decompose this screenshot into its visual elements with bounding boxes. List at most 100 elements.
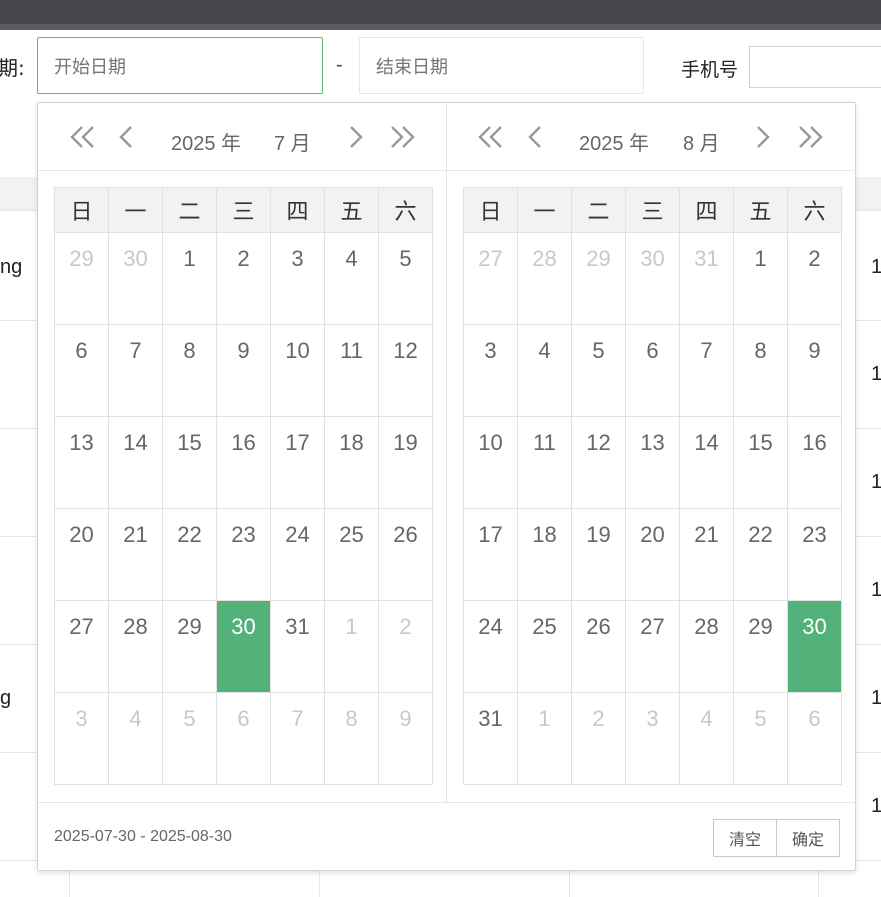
- day-cell[interactable]: 18: [324, 416, 379, 509]
- day-cell[interactable]: 22: [733, 508, 788, 601]
- day-cell[interactable]: 28: [108, 600, 163, 693]
- day-cell[interactable]: 21: [108, 508, 163, 601]
- day-cell[interactable]: 12: [571, 416, 626, 509]
- day-cell-other-month[interactable]: 27: [463, 232, 518, 325]
- day-cell[interactable]: 11: [324, 324, 379, 417]
- day-cell[interactable]: 25: [324, 508, 379, 601]
- day-cell[interactable]: 9: [216, 324, 271, 417]
- day-cell[interactable]: 8: [162, 324, 217, 417]
- day-cell[interactable]: 5: [378, 232, 433, 325]
- clear-button[interactable]: 清空: [712, 819, 777, 857]
- day-cell-other-month[interactable]: 1: [517, 692, 572, 785]
- day-cell[interactable]: 10: [463, 416, 518, 509]
- prev-month-icon[interactable]: [116, 121, 136, 153]
- day-cell[interactable]: 20: [54, 508, 109, 601]
- day-cell[interactable]: 6: [625, 324, 680, 417]
- year-selector[interactable]: 2025 年: [171, 127, 241, 156]
- day-cell[interactable]: 6: [54, 324, 109, 417]
- prev-month-icon[interactable]: [525, 121, 545, 153]
- day-cell-other-month[interactable]: 30: [625, 232, 680, 325]
- day-cell[interactable]: 27: [625, 600, 680, 693]
- day-cell-other-month[interactable]: 8: [324, 692, 379, 785]
- day-cell[interactable]: 10: [270, 324, 325, 417]
- day-cell[interactable]: 17: [463, 508, 518, 601]
- day-cell[interactable]: 1: [733, 232, 788, 325]
- day-cell[interactable]: 2: [216, 232, 271, 325]
- day-cell[interactable]: 7: [679, 324, 734, 417]
- start-date-input[interactable]: 开始日期: [37, 37, 323, 94]
- day-cell[interactable]: 26: [378, 508, 433, 601]
- day-cell[interactable]: 26: [571, 600, 626, 693]
- day-cell-other-month[interactable]: 6: [787, 692, 842, 785]
- day-cell[interactable]: 14: [679, 416, 734, 509]
- day-cell[interactable]: 19: [378, 416, 433, 509]
- day-cell[interactable]: 16: [787, 416, 842, 509]
- confirm-button[interactable]: 确定: [776, 819, 840, 857]
- day-cell[interactable]: 23: [787, 508, 842, 601]
- day-cell[interactable]: 17: [270, 416, 325, 509]
- next-month-icon[interactable]: [346, 121, 366, 153]
- day-cell[interactable]: 27: [54, 600, 109, 693]
- day-cell[interactable]: 7: [108, 324, 163, 417]
- day-cell-other-month[interactable]: 9: [378, 692, 433, 785]
- prev-year-icon[interactable]: [68, 121, 98, 153]
- day-cell[interactable]: 15: [162, 416, 217, 509]
- day-cell-other-month[interactable]: 2: [378, 600, 433, 693]
- day-cell-other-month[interactable]: 5: [733, 692, 788, 785]
- day-cell-other-month[interactable]: 30: [108, 232, 163, 325]
- day-cell-other-month[interactable]: 7: [270, 692, 325, 785]
- day-cell[interactable]: 4: [517, 324, 572, 417]
- day-cell[interactable]: 9: [787, 324, 842, 417]
- day-cell-other-month[interactable]: 29: [571, 232, 626, 325]
- day-cell[interactable]: 11: [517, 416, 572, 509]
- month-selector[interactable]: 8 月: [683, 127, 720, 156]
- day-cell-other-month[interactable]: 3: [54, 692, 109, 785]
- day-cell[interactable]: 25: [517, 600, 572, 693]
- day-cell[interactable]: 20: [625, 508, 680, 601]
- day-cell[interactable]: 24: [270, 508, 325, 601]
- day-cell-other-month[interactable]: 3: [625, 692, 680, 785]
- day-cell[interactable]: 18: [517, 508, 572, 601]
- day-cell-other-month[interactable]: 4: [108, 692, 163, 785]
- day-cell-other-month[interactable]: 4: [679, 692, 734, 785]
- day-cell-other-month[interactable]: 2: [571, 692, 626, 785]
- day-cell[interactable]: 29: [162, 600, 217, 693]
- phone-input[interactable]: [749, 46, 881, 88]
- day-cell-other-month[interactable]: 5: [162, 692, 217, 785]
- day-cell[interactable]: 31: [270, 600, 325, 693]
- prev-year-icon[interactable]: [476, 121, 506, 153]
- end-date-input[interactable]: 结束日期: [359, 37, 644, 94]
- day-cell[interactable]: 5: [571, 324, 626, 417]
- day-cell[interactable]: 1: [162, 232, 217, 325]
- day-cell[interactable]: 4: [324, 232, 379, 325]
- day-cell[interactable]: 8: [733, 324, 788, 417]
- day-cell[interactable]: 15: [733, 416, 788, 509]
- day-cell[interactable]: 12: [378, 324, 433, 417]
- day-cell-other-month[interactable]: 6: [216, 692, 271, 785]
- day-cell-selected[interactable]: 30: [787, 600, 842, 693]
- day-cell[interactable]: 2: [787, 232, 842, 325]
- day-cell[interactable]: 19: [571, 508, 626, 601]
- day-cell-other-month[interactable]: 28: [517, 232, 572, 325]
- day-cell[interactable]: 13: [54, 416, 109, 509]
- day-cell[interactable]: 23: [216, 508, 271, 601]
- day-cell-selected[interactable]: 30: [216, 600, 271, 693]
- day-cell[interactable]: 31: [463, 692, 518, 785]
- day-cell-other-month[interactable]: 31: [679, 232, 734, 325]
- day-cell[interactable]: 14: [108, 416, 163, 509]
- day-cell-other-month[interactable]: 29: [54, 232, 109, 325]
- day-cell-other-month[interactable]: 1: [324, 600, 379, 693]
- month-selector[interactable]: 7 月: [274, 127, 311, 156]
- next-year-icon[interactable]: [795, 121, 825, 153]
- day-cell[interactable]: 29: [733, 600, 788, 693]
- day-cell[interactable]: 3: [463, 324, 518, 417]
- year-selector[interactable]: 2025 年: [579, 127, 649, 156]
- day-cell[interactable]: 3: [270, 232, 325, 325]
- next-year-icon[interactable]: [387, 121, 417, 153]
- day-cell[interactable]: 13: [625, 416, 680, 509]
- day-cell[interactable]: 16: [216, 416, 271, 509]
- day-cell[interactable]: 24: [463, 600, 518, 693]
- day-cell[interactable]: 28: [679, 600, 734, 693]
- day-cell[interactable]: 22: [162, 508, 217, 601]
- next-month-icon[interactable]: [753, 121, 773, 153]
